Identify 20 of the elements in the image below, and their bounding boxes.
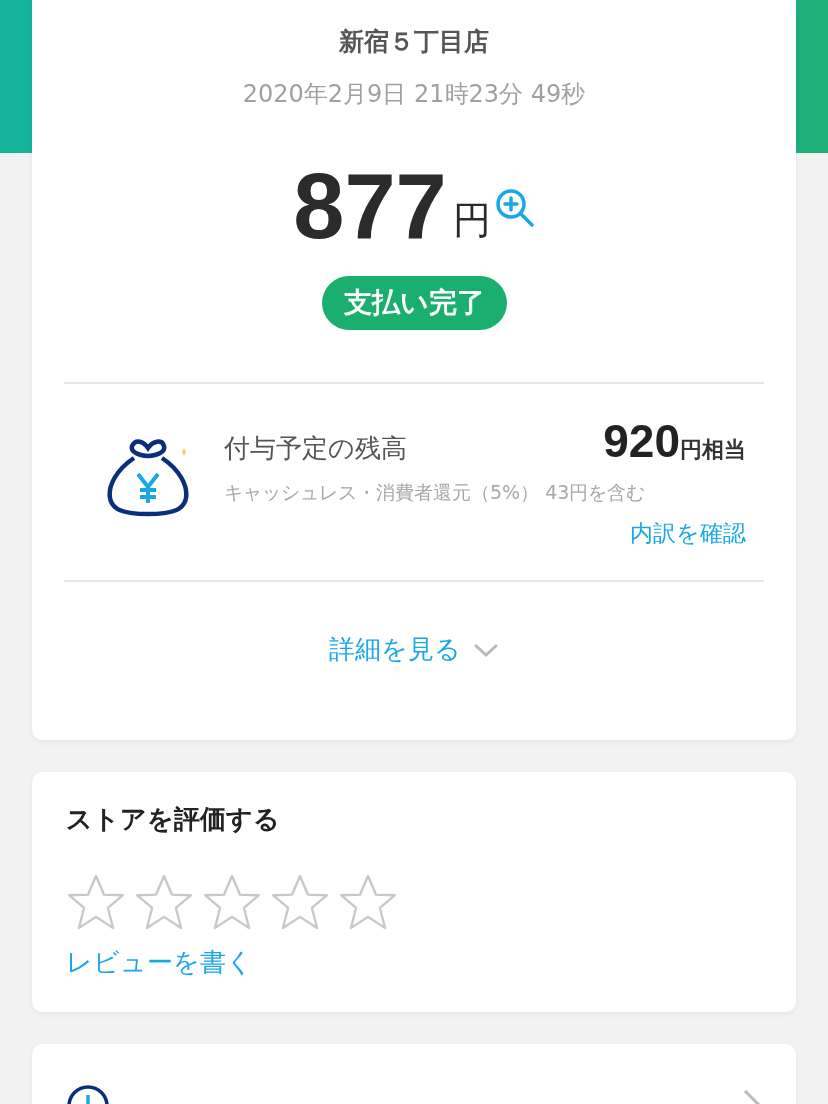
balance-label: 付与予定の残高 <box>224 432 408 465</box>
payment-amount: 877 <box>293 156 447 256</box>
status-badge: 支払い完了 <box>321 276 507 330</box>
zoom-in-icon[interactable] <box>494 188 535 228</box>
review-link[interactable]: レビューを書く <box>66 947 253 977</box>
store-name: 新宿５丁目店 <box>339 26 489 58</box>
star-icon[interactable] <box>338 873 398 931</box>
rating-title: ストアを評価する <box>66 803 281 836</box>
transaction-datetime: 2020年2月9日 21時23分 49秒 <box>242 79 586 110</box>
breakdown-link[interactable]: 内訳を確認 <box>630 520 746 546</box>
star-icon[interactable] <box>66 873 126 931</box>
star-icon[interactable] <box>202 873 262 931</box>
balance-value: 920 <box>603 414 680 468</box>
chevron-down-icon[interactable] <box>473 641 499 658</box>
currency-unit: 円 <box>452 197 491 244</box>
balance-unit: 円相当 <box>680 436 746 464</box>
star-icon[interactable] <box>134 873 194 931</box>
reward-note: キャッシュレス・消費者還元（5%） 43円を含む <box>224 480 647 505</box>
details-link[interactable]: 詳細を見る <box>329 632 461 667</box>
star-icon[interactable] <box>270 873 330 931</box>
